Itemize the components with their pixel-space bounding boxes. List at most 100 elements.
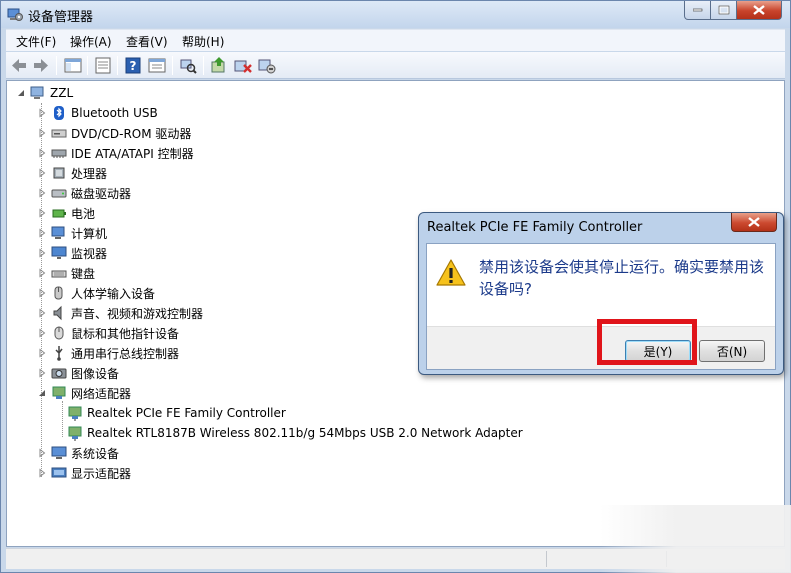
ide-controller-icon bbox=[51, 149, 67, 158]
expand-arrow-icon[interactable] bbox=[37, 208, 47, 218]
scan-hardware-icon[interactable] bbox=[178, 56, 198, 75]
tree-category-label: 声音、视频和游戏控制器 bbox=[71, 306, 204, 321]
tree-child-realtek-pcie[interactable]: Realtek PCIe FE Family Controller bbox=[67, 403, 286, 423]
tree-category-display-adapter[interactable]: 显示适配器 bbox=[37, 463, 131, 483]
expand-arrow-icon[interactable] bbox=[37, 128, 47, 138]
tree-category-keyboard[interactable]: 键盘 bbox=[37, 263, 95, 283]
tree-category-disk-drive[interactable]: 磁盘驱动器 bbox=[37, 183, 131, 203]
tree-root[interactable]: ZZL bbox=[16, 83, 73, 103]
computer-icon bbox=[51, 226, 65, 239]
bluetooth-icon bbox=[54, 106, 64, 120]
expand-arrow-icon[interactable] bbox=[37, 448, 47, 458]
tree-category-label: 鼠标和其他指针设备 bbox=[71, 326, 180, 341]
tree-root-label: ZZL bbox=[50, 86, 74, 100]
tree-category-battery[interactable]: 电池 bbox=[37, 203, 95, 223]
console-view-icon[interactable] bbox=[147, 56, 167, 75]
help-icon[interactable]: ? bbox=[123, 56, 143, 75]
tree-category-bluetooth[interactable]: Bluetooth USB bbox=[37, 103, 158, 123]
expand-arrow-icon[interactable] bbox=[37, 188, 47, 198]
close-icon bbox=[753, 5, 765, 15]
expand-arrow-icon[interactable] bbox=[37, 108, 47, 118]
device-manager-app-icon bbox=[7, 8, 23, 21]
collapse-arrow-icon[interactable] bbox=[16, 88, 26, 98]
window-title: 设备管理器 bbox=[28, 10, 94, 25]
title-bar[interactable]: 设备管理器 bbox=[1, 1, 790, 28]
tree-category-label: DVD/CD-ROM 驱动器 bbox=[71, 126, 192, 141]
usb-icon bbox=[55, 346, 63, 361]
back-icon[interactable] bbox=[9, 56, 29, 75]
minimize-icon bbox=[692, 8, 702, 12]
expand-arrow-icon[interactable] bbox=[37, 468, 47, 478]
monitor-icon bbox=[51, 246, 67, 259]
network-adapter-icon bbox=[68, 406, 82, 421]
close-button[interactable] bbox=[736, 1, 782, 20]
tree-category-label: 通用串行总线控制器 bbox=[71, 346, 180, 361]
show-hide-console-tree-icon[interactable] bbox=[63, 56, 83, 75]
computer-root-icon bbox=[30, 86, 44, 99]
tree-category-system-device[interactable]: 系统设备 bbox=[37, 443, 119, 463]
collapse-arrow-icon[interactable] bbox=[37, 388, 47, 398]
keyboard-icon bbox=[51, 270, 67, 278]
mouse-icon bbox=[54, 326, 64, 340]
menu-view[interactable]: 查看(V) bbox=[122, 33, 172, 50]
dialog-close-button[interactable] bbox=[731, 213, 777, 232]
tree-child-realtek-wireless[interactable]: Realtek RTL8187B Wireless 802.11b/g 54Mb… bbox=[67, 423, 523, 443]
tree-category-computer[interactable]: 计算机 bbox=[37, 223, 107, 243]
toolbar-separator bbox=[87, 56, 88, 75]
tree-category-label: 监视器 bbox=[71, 246, 108, 261]
expand-arrow-icon[interactable] bbox=[37, 168, 47, 178]
menu-file[interactable]: 文件(F) bbox=[12, 33, 60, 50]
imaging-device-icon bbox=[51, 368, 67, 379]
uninstall-icon[interactable] bbox=[233, 56, 253, 75]
forward-icon[interactable] bbox=[31, 56, 51, 75]
expand-arrow-icon[interactable] bbox=[37, 288, 47, 298]
update-driver-icon[interactable] bbox=[209, 56, 229, 75]
disk-drive-icon bbox=[51, 189, 67, 198]
toolbar-separator bbox=[117, 56, 118, 75]
tree-category-dvd-drive[interactable]: DVD/CD-ROM 驱动器 bbox=[37, 123, 191, 143]
tree-guide-line bbox=[62, 401, 63, 437]
tree-category-label: 计算机 bbox=[71, 226, 108, 241]
minimize-button[interactable] bbox=[684, 1, 711, 20]
dialog-button-area: 是(Y) 否(N) bbox=[427, 319, 775, 369]
properties-icon[interactable] bbox=[93, 56, 113, 75]
expand-arrow-icon[interactable] bbox=[37, 148, 47, 158]
tree-category-hid[interactable]: 人体学输入设备 bbox=[37, 283, 155, 303]
expand-arrow-icon[interactable] bbox=[37, 328, 47, 338]
disable-icon[interactable] bbox=[257, 56, 277, 75]
tree-category-mouse[interactable]: 鼠标和其他指针设备 bbox=[37, 323, 179, 343]
tree-category-processor[interactable]: 处理器 bbox=[37, 163, 107, 183]
toolbar: ? bbox=[6, 52, 785, 79]
expand-arrow-icon[interactable] bbox=[37, 348, 47, 358]
tree-category-monitor[interactable]: 监视器 bbox=[37, 243, 107, 263]
expand-arrow-icon[interactable] bbox=[37, 268, 47, 278]
svg-text:?: ? bbox=[130, 59, 137, 73]
tree-child-label: Realtek RTL8187B Wireless 802.11b/g 54Mb… bbox=[87, 426, 523, 440]
no-button[interactable]: 否(N) bbox=[699, 340, 765, 362]
tree-category-label: Bluetooth USB bbox=[71, 106, 158, 120]
menu-help[interactable]: 帮助(H) bbox=[178, 33, 228, 50]
toolbar-separator bbox=[172, 56, 173, 75]
sound-icon bbox=[53, 305, 62, 321]
expand-arrow-icon[interactable] bbox=[37, 248, 47, 258]
tree-category-network-adapter[interactable]: 网络适配器 bbox=[37, 383, 131, 403]
maximize-button[interactable] bbox=[710, 1, 737, 20]
tree-category-label: 处理器 bbox=[71, 166, 108, 181]
tree-category-imaging-device[interactable]: 图像设备 bbox=[37, 363, 119, 383]
tree-category-usb[interactable]: 通用串行总线控制器 bbox=[37, 343, 179, 363]
hid-icon bbox=[54, 286, 63, 300]
watermark-overlay bbox=[600, 505, 791, 573]
expand-arrow-icon[interactable] bbox=[37, 308, 47, 318]
menu-action[interactable]: 操作(A) bbox=[66, 33, 116, 50]
expand-arrow-icon[interactable] bbox=[37, 228, 47, 238]
toolbar-separator bbox=[203, 56, 204, 75]
tree-category-label: 显示适配器 bbox=[71, 466, 132, 481]
tree-category-sound[interactable]: 声音、视频和游戏控制器 bbox=[37, 303, 203, 323]
network-adapter-icon bbox=[52, 386, 66, 399]
dialog-title: Realtek PCIe FE Family Controller bbox=[427, 220, 643, 235]
close-icon bbox=[748, 217, 760, 227]
network-adapter-icon bbox=[68, 426, 82, 441]
system-device-icon bbox=[51, 446, 67, 459]
expand-arrow-icon[interactable] bbox=[37, 368, 47, 378]
tree-category-ide-controller[interactable]: IDE ATA/ATAPI 控制器 bbox=[37, 143, 194, 163]
